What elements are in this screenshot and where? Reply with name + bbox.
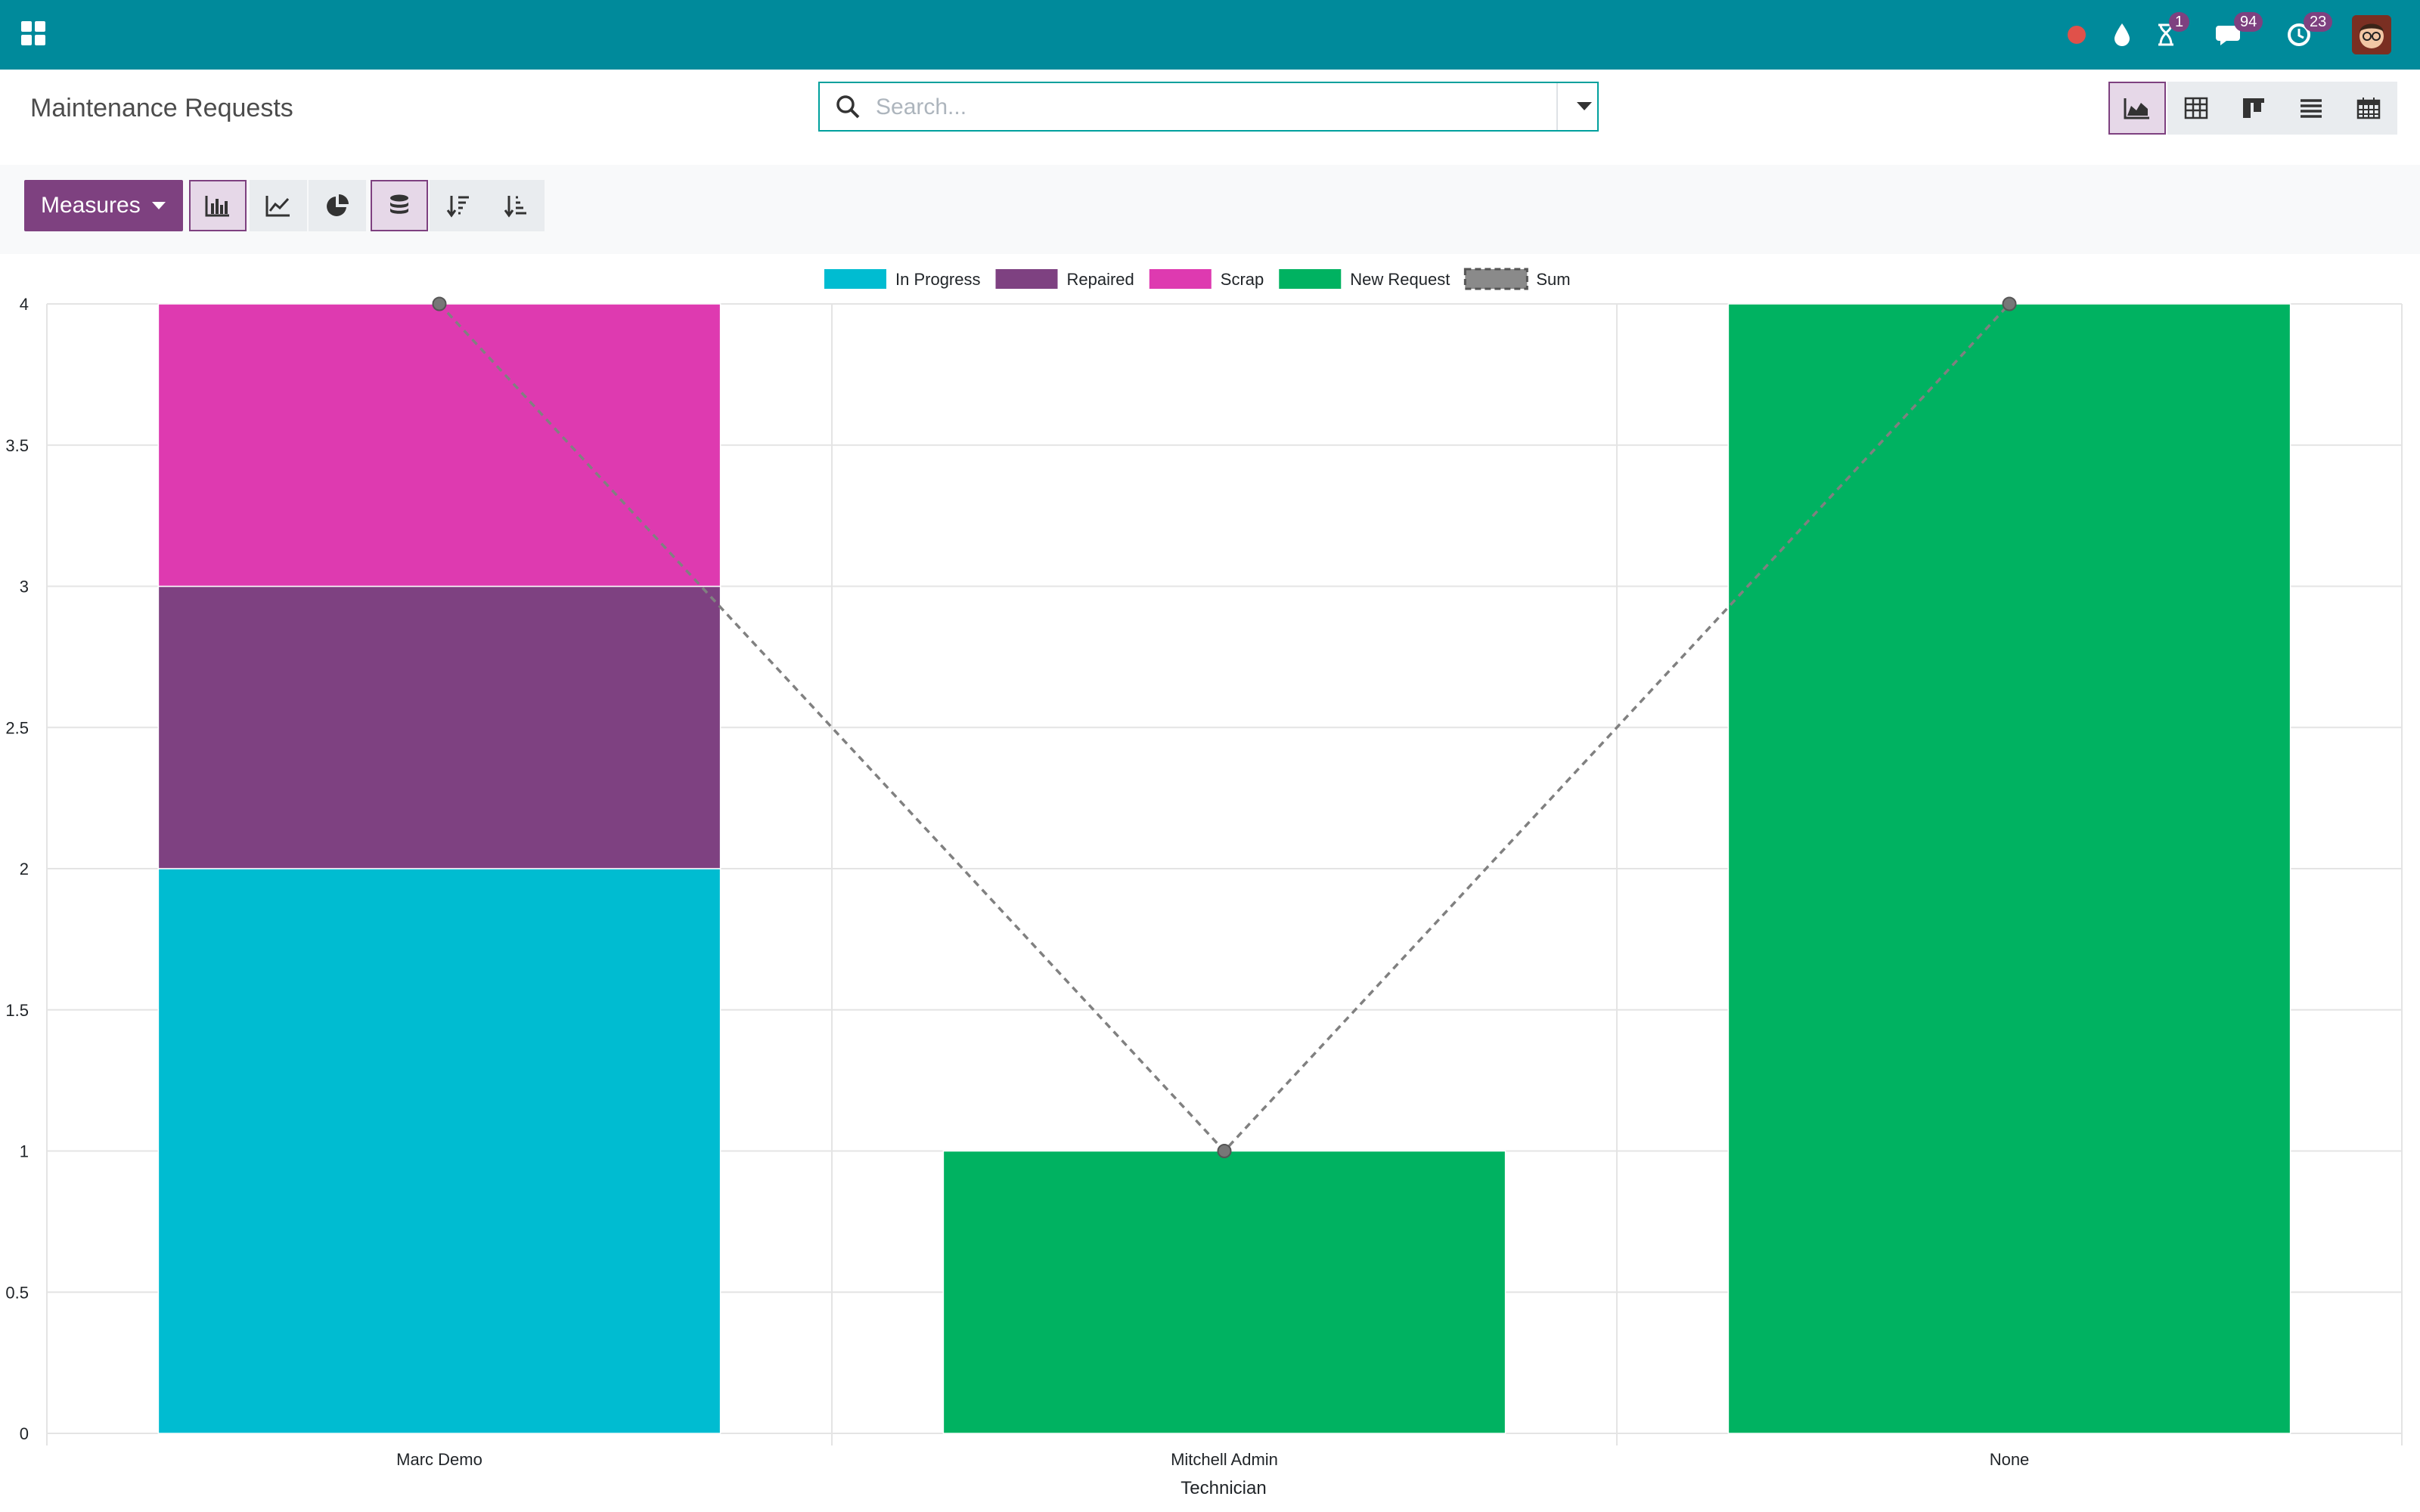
messages-icon[interactable]: 94 (2211, 0, 2263, 70)
area-chart-icon (2124, 98, 2149, 119)
legend-swatch (1463, 268, 1528, 290)
bar-segment (157, 585, 721, 869)
search-divider (1556, 83, 1558, 130)
bar-segment (157, 303, 721, 587)
x-tick-label: Marc Demo (396, 1450, 482, 1469)
y-tick-label: 1 (20, 1142, 29, 1161)
pie-chart-icon (327, 194, 349, 216)
calendar-view-button[interactable] (2340, 82, 2397, 135)
messages-badge: 94 (2234, 12, 2263, 32)
y-tick-label: 3.5 (5, 436, 29, 455)
line-chart-button[interactable] (250, 180, 307, 231)
legend-label: New Request (1350, 270, 1450, 289)
legend-swatch (1149, 269, 1212, 289)
legend-label: Repaired (1067, 270, 1134, 289)
bar-segment (157, 868, 721, 1434)
water-drop-icon[interactable] (2105, 0, 2139, 70)
table-icon (2184, 97, 2208, 119)
maintenance-bar-chart: 0 0.5 1 1.5 2 2.5 3 3.5 4 Marc Demo Mitchell Admin… (5, 268, 2403, 1498)
sort-descending-button[interactable] (430, 180, 487, 231)
search-input[interactable] (874, 89, 1528, 125)
legend-label: Scrap (1221, 270, 1264, 289)
measures-label: Measures (41, 193, 141, 218)
sort-ascending-icon (504, 196, 526, 218)
user-avatar[interactable] (2352, 15, 2391, 54)
y-tick-label: 1.5 (5, 1001, 29, 1020)
search-icon (836, 95, 860, 119)
legend-swatch (995, 269, 1058, 289)
page-title: Maintenance Requests (30, 94, 293, 122)
database-icon (390, 194, 408, 214)
line-chart-icon (265, 196, 290, 217)
x-tick-label: Mitchell Admin (1171, 1450, 1278, 1469)
legend-swatch (1279, 269, 1342, 289)
calendar-icon (2356, 98, 2381, 119)
list-icon (2301, 99, 2322, 118)
sort-ascending-button[interactable] (487, 180, 544, 231)
y-tick-label: 0 (20, 1424, 29, 1443)
list-view-button[interactable] (2282, 82, 2340, 135)
y-tick-label: 2 (20, 860, 29, 878)
kanban-icon (2243, 98, 2264, 118)
legend-label: In Progress (895, 270, 981, 289)
activity-icon[interactable]: 1 (2149, 0, 2190, 70)
pie-chart-button[interactable] (309, 180, 366, 231)
bar-segment (1727, 303, 2291, 1434)
pivot-view-button[interactable] (2167, 82, 2225, 135)
sort-descending-icon (446, 196, 469, 218)
x-tick-label: None (1990, 1450, 2030, 1469)
search-options-toggle-icon[interactable] (1576, 101, 1593, 112)
bar-chart-button[interactable] (189, 180, 247, 231)
sum-point (1217, 1144, 1232, 1158)
measures-dropdown-button[interactable]: Measures (24, 180, 183, 231)
y-tick-label: 0.5 (5, 1283, 29, 1302)
legend-swatch (824, 269, 886, 289)
y-tick-label: 2.5 (5, 718, 29, 737)
sum-point (432, 296, 447, 311)
caret-down-icon (151, 202, 166, 209)
bar-segment (942, 1150, 1506, 1434)
y-tick-label: 4 (20, 295, 29, 314)
apps-menu-icon[interactable] (20, 20, 47, 47)
y-tick-label: 3 (20, 578, 29, 596)
updates-icon[interactable]: 23 (2281, 0, 2333, 70)
kanban-view-button[interactable] (2225, 82, 2282, 135)
bar-chart-icon (205, 196, 229, 217)
stacked-toggle-button[interactable] (371, 180, 428, 231)
graph-view-button[interactable] (2108, 82, 2166, 135)
activity-badge: 1 (2169, 12, 2190, 32)
recording-indicator-icon[interactable] (2062, 0, 2092, 70)
x-axis-label: Technician (1181, 1478, 1266, 1498)
legend-label: Sum (1536, 270, 1570, 289)
updates-badge: 23 (2304, 12, 2333, 32)
sum-point (2002, 296, 2017, 311)
search-bar[interactable] (818, 82, 1599, 132)
top-navbar: 1 94 23 (0, 0, 2420, 70)
